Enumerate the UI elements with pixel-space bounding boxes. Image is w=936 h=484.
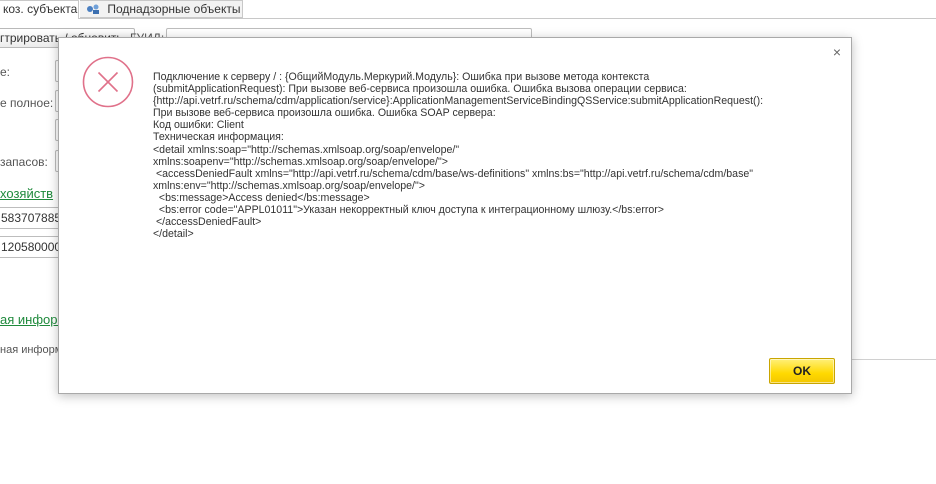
close-icon[interactable]: × [829,44,845,60]
error-x-circle-icon [82,56,134,108]
farms-link[interactable]: хозяйств [0,186,53,201]
divider [850,359,936,360]
page: коз. субъекта Поднадзорные объекты гтрир… [0,0,936,484]
info-link[interactable]: ая информ [0,312,66,327]
tab-supervised-objects[interactable]: Поднадзорные объекты [80,0,243,18]
objects-icon [87,4,99,14]
error-message: Подключение к серверу / : {ОбщийМодуль.М… [153,71,764,241]
tab-subject-label: коз. субъекта [3,2,78,16]
name-label: е: [0,65,11,79]
tab-supervised-objects-label: Поднадзорные объекты [107,2,241,16]
stock-label: запасов: [0,155,48,169]
tab-subject[interactable]: коз. субъекта [0,0,79,19]
full-name-label: е полное: [0,96,54,110]
error-dialog: × Подключение к серверу / : {ОбщийМодуль… [58,37,852,394]
info-label: ная информ [0,344,63,356]
ok-button[interactable]: OK [769,358,835,384]
tab-bar: коз. субъекта Поднадзорные объекты [0,0,936,19]
